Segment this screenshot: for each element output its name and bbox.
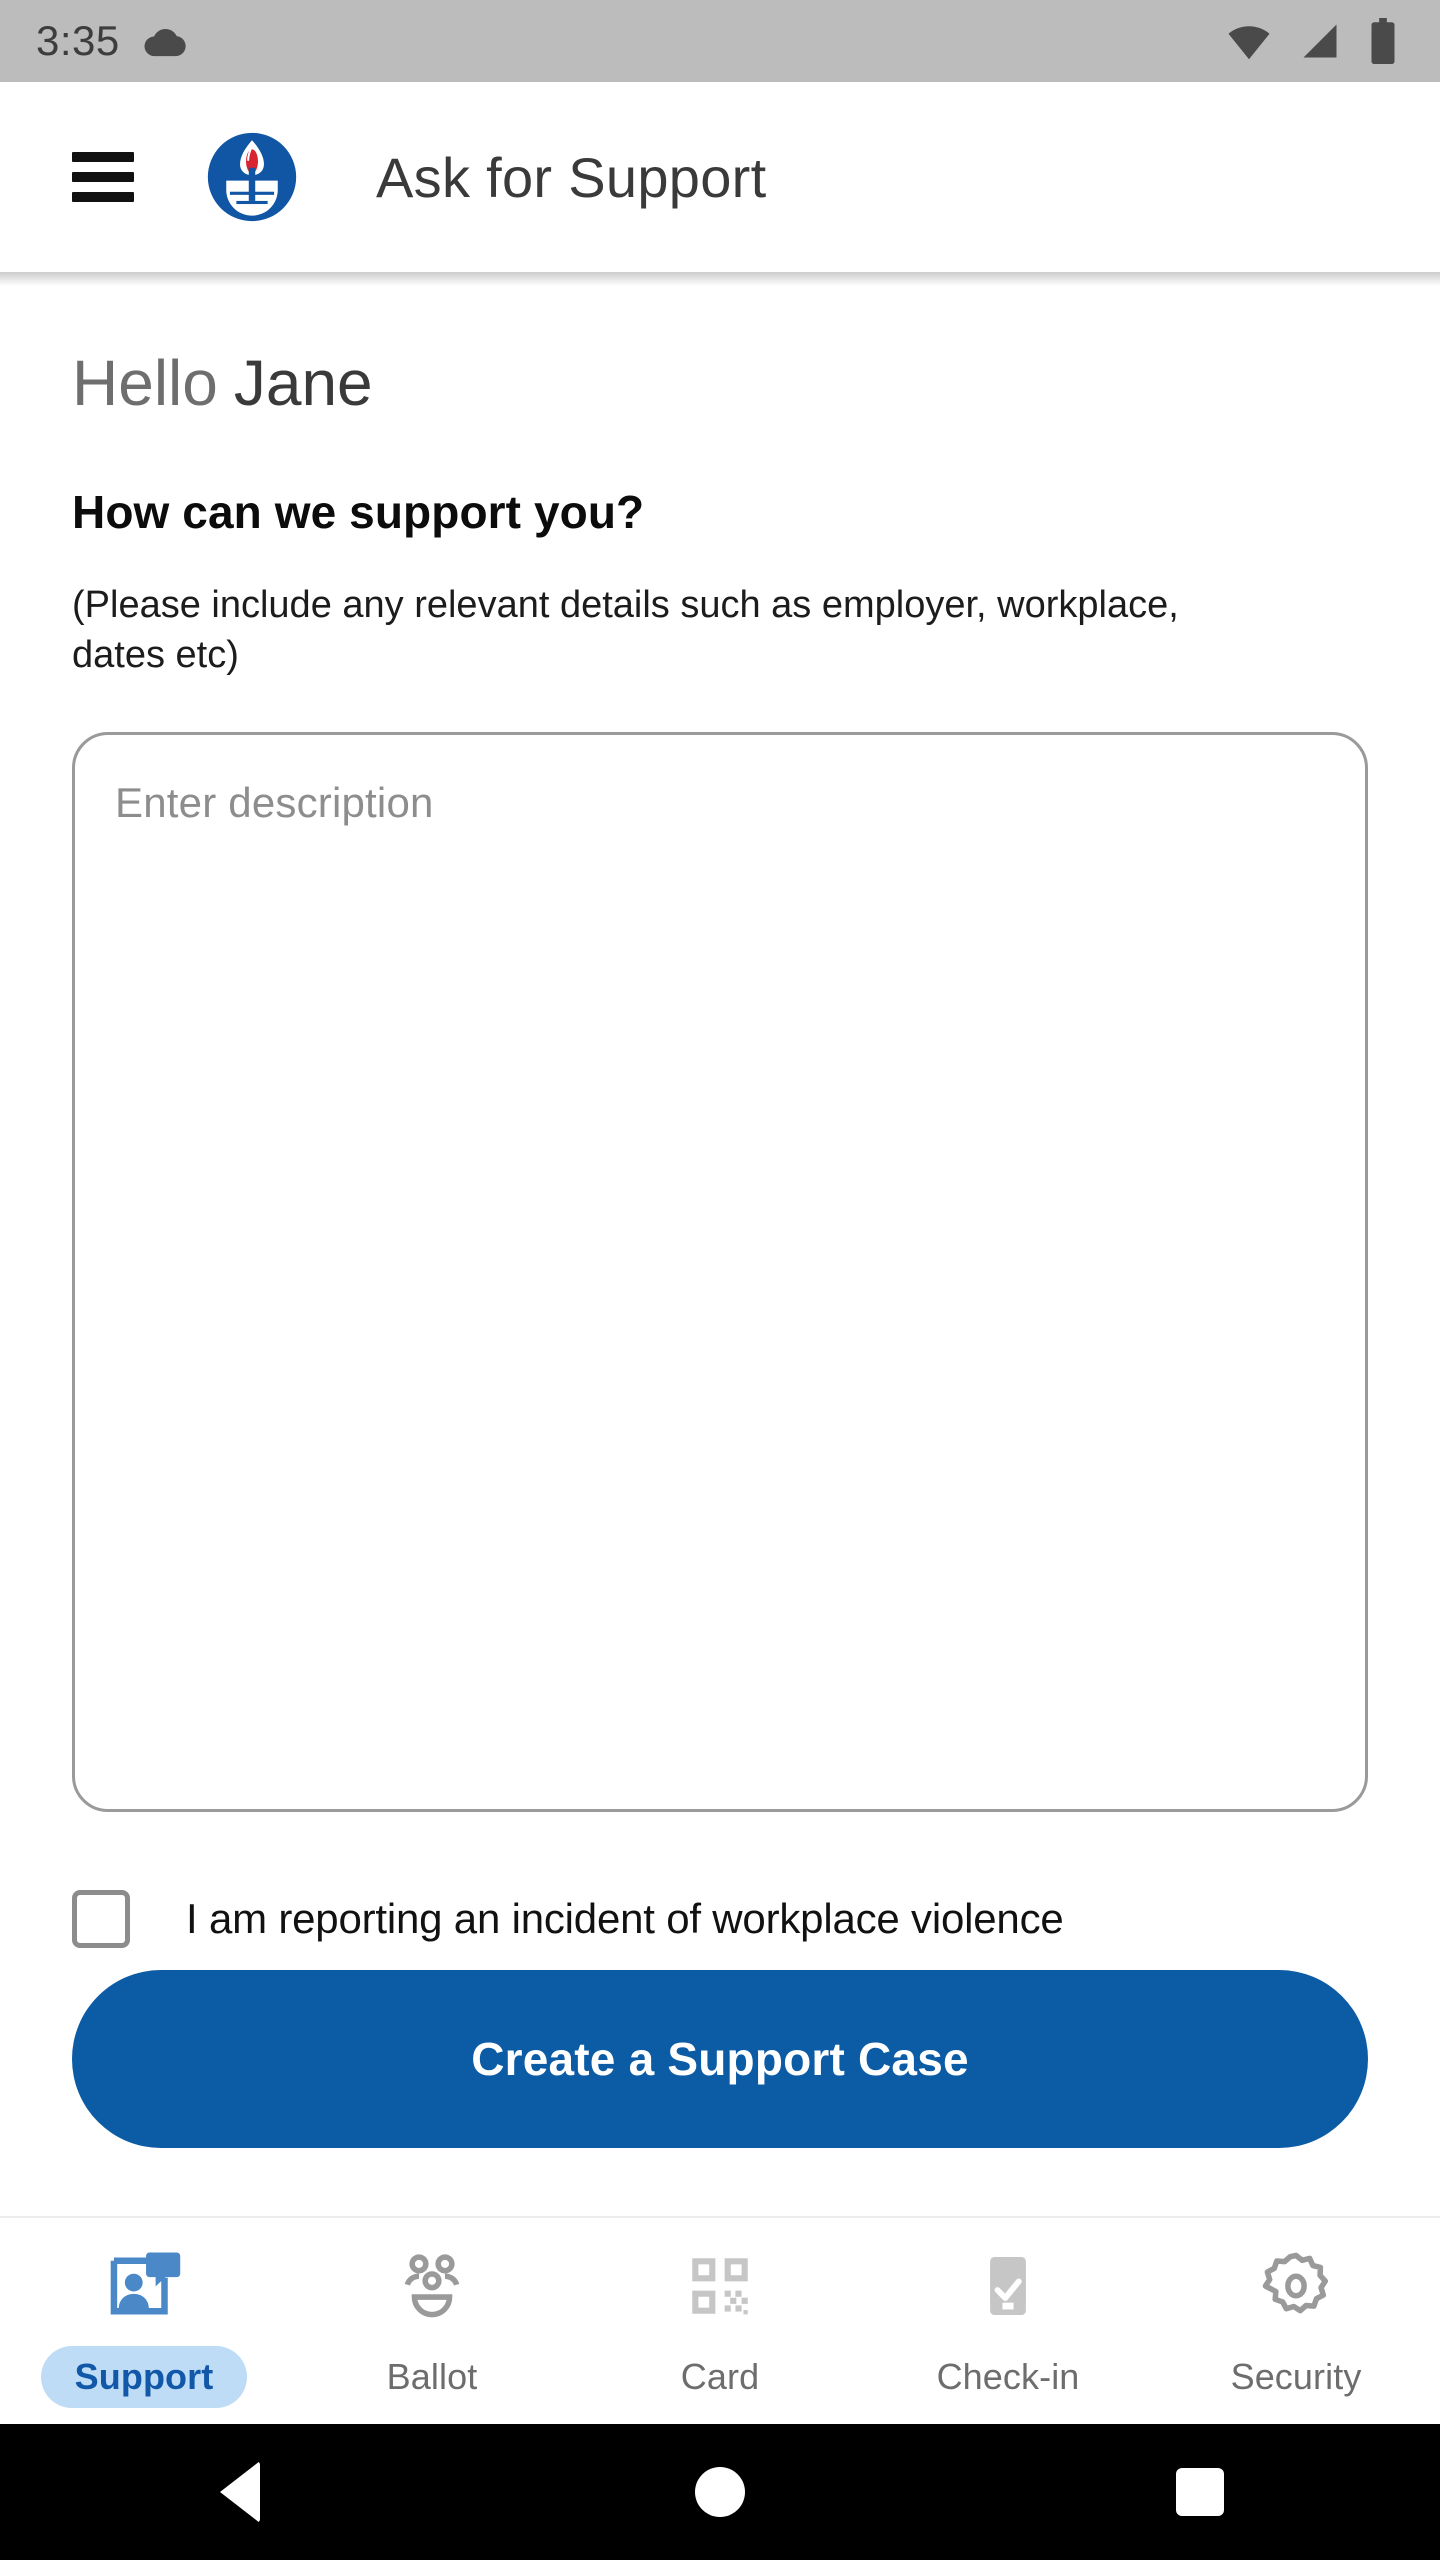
- description-placeholder: Enter description: [115, 778, 434, 826]
- tab-card[interactable]: Card: [576, 2240, 864, 2408]
- bottom-tab-bar: Support Ballot Card Check-in Security: [0, 2216, 1440, 2424]
- people-group-icon: [393, 2240, 471, 2332]
- app-bar: Ask for Support: [0, 82, 1440, 286]
- battery-icon: [1371, 18, 1395, 64]
- description-input[interactable]: Enter description: [72, 731, 1368, 1812]
- union-torch-logo-icon: [207, 132, 297, 222]
- home-circle-icon[interactable]: [660, 2432, 780, 2552]
- status-bar: 3:35: [0, 0, 1440, 82]
- status-bar-left: 3:35: [36, 17, 188, 65]
- page-title: Ask for Support: [376, 145, 767, 209]
- greeting-prefix: Hello: [72, 347, 218, 419]
- tab-label-security: Security: [1230, 2356, 1362, 2397]
- cloud-icon: [144, 29, 186, 57]
- tab-label-card: Card: [680, 2356, 760, 2397]
- support-hint: (Please include any relevant details suc…: [72, 584, 1179, 676]
- greeting: Hello Jane: [72, 347, 1368, 419]
- tab-support[interactable]: Support: [0, 2240, 288, 2408]
- recents-square-icon[interactable]: [1140, 2432, 1260, 2552]
- android-nav-bar: [0, 2424, 1440, 2560]
- main-content: Hello Jane How can we support you? (Pleas…: [0, 272, 1440, 2216]
- support-question: How can we support you?: [72, 486, 645, 539]
- tab-label-checkin: Check-in: [936, 2356, 1080, 2397]
- status-time: 3:35: [36, 17, 120, 64]
- qr-code-icon: [683, 2240, 757, 2332]
- status-bar-right: [1226, 18, 1398, 64]
- violence-checkbox-label: I am reporting an incident of workplace …: [186, 1894, 1064, 1942]
- tab-checkin[interactable]: Check-in: [864, 2240, 1152, 2408]
- create-support-case-button[interactable]: Create a Support Case: [72, 1969, 1368, 2148]
- tab-security[interactable]: Security: [1152, 2240, 1440, 2408]
- phone-check-icon: [971, 2240, 1045, 2332]
- tab-label-ballot: Ballot: [386, 2356, 478, 2397]
- support-person-chat-icon: [103, 2240, 185, 2332]
- wifi-icon: [1228, 26, 1270, 60]
- app-screen: 3:35 Ask for Support Hello Jane How can …: [0, 0, 1440, 2560]
- greeting-name: Jane: [233, 347, 373, 419]
- tab-label-support: Support: [40, 2346, 248, 2408]
- hamburger-menu-icon[interactable]: [72, 152, 134, 202]
- back-triangle-icon[interactable]: [180, 2432, 300, 2552]
- gear-icon: [1257, 2240, 1335, 2332]
- tab-ballot[interactable]: Ballot: [288, 2240, 576, 2408]
- violence-checkbox[interactable]: [72, 1889, 130, 1948]
- cellular-signal-icon: [1303, 24, 1337, 58]
- violence-checkbox-row[interactable]: I am reporting an incident of workplace …: [72, 1889, 1368, 1948]
